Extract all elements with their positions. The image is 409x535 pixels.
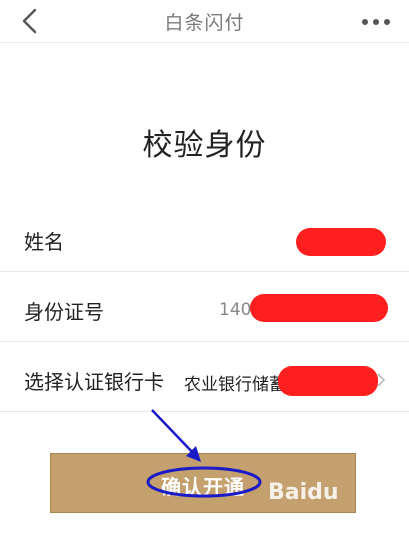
row-divider [0, 271, 409, 272]
navigation-bar: 白条闪付 [0, 0, 409, 42]
bank-card-label: 选择认证银行卡 [24, 370, 164, 394]
chevron-right-icon [377, 373, 386, 387]
id-number-label: 身份证号 [24, 300, 104, 324]
nav-title: 白条闪付 [164, 12, 245, 34]
more-button[interactable] [359, 6, 393, 36]
id-number-value: 140 [219, 300, 252, 320]
annotation-arrow [151, 409, 197, 457]
bank-card-redaction [278, 366, 378, 396]
row-divider [0, 341, 409, 342]
baidu-watermark: Baidu [268, 480, 339, 505]
nav-divider [0, 42, 409, 43]
name-row: 姓名 [0, 206, 409, 272]
name-label: 姓名 [24, 230, 64, 254]
name-redaction [296, 228, 386, 256]
bank-card-row[interactable]: 选择认证银行卡 农业银行储蓄 [0, 346, 409, 412]
more-horizontal-icon [362, 19, 390, 25]
row-divider [0, 411, 409, 412]
id-number-redaction [250, 294, 388, 322]
page-heading: 校验身份 [142, 128, 267, 163]
identity-verification-screen: 白条闪付 校验身份 姓名 身份证号 140 选择认证银行卡 农业银行储蓄 确认开… [0, 0, 409, 535]
id-number-row: 身份证号 140 [0, 276, 409, 342]
bank-card-value: 农业银行储蓄 [184, 375, 286, 395]
